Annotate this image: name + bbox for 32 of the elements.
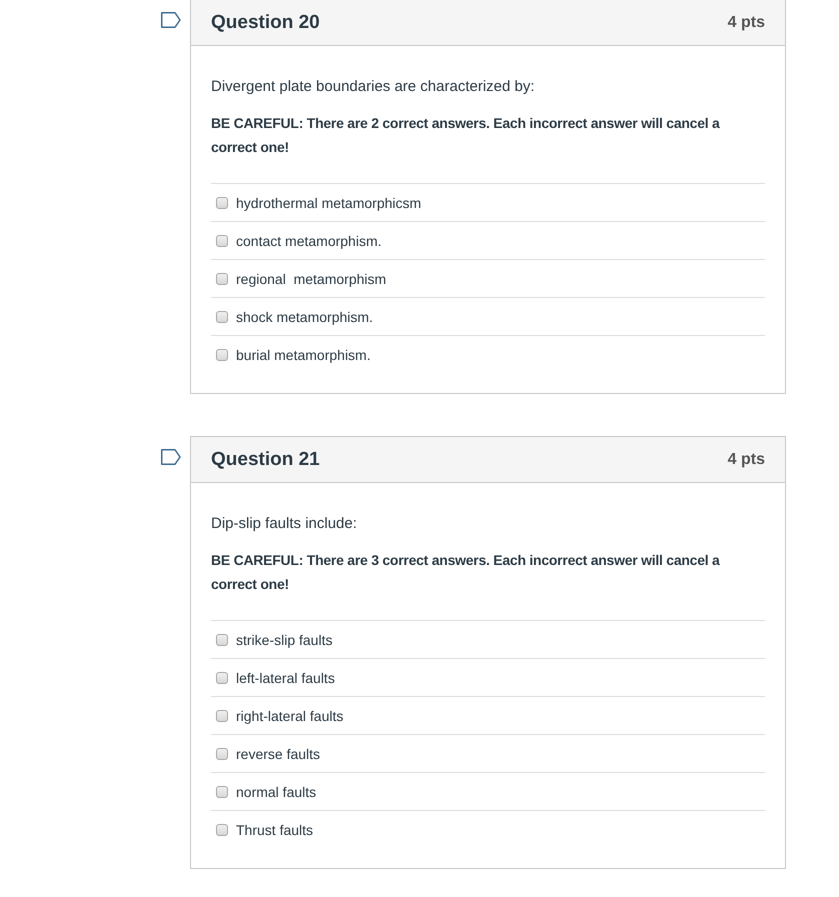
answer-label: burial metamorphism. [236,346,371,362]
answer-label: contact metamorphism. [236,232,382,248]
question-text: Dip-slip faults include: [211,514,358,534]
answer-checkbox[interactable] [216,348,228,360]
answer-checkbox[interactable] [216,234,228,246]
question-text: Divergent plate boundaries are characterized by: [211,77,536,97]
bookmark-icon[interactable] [161,12,181,28]
answer-label: right-lateral faults [236,708,344,724]
bookmark-icon[interactable] [161,449,181,465]
answer-label: shock metamorphism. [236,308,373,324]
answer-label: reverse faults [236,746,320,762]
answer-checkbox[interactable] [216,748,228,760]
answer-label: hydrothermal metamorphicsm [236,194,422,210]
answer-label: strike-slip faults [236,632,332,648]
answer-label: regional metamorphism [236,270,386,286]
question-points: 4 pts [728,14,765,32]
answer-checkbox[interactable] [216,672,228,684]
answer-checkbox[interactable] [216,710,228,722]
question-points: 4 pts [728,450,765,468]
answer-checkbox[interactable] [216,634,228,646]
question-title: Question 20 [211,12,320,34]
answer-label: normal faults [236,784,316,800]
answer-checkbox[interactable] [216,196,228,208]
answer-checkbox[interactable] [216,310,228,322]
answer-checkbox[interactable] [216,786,228,798]
question-title: Question 21 [211,448,320,470]
answer-checkbox[interactable] [216,824,228,836]
answer-label: left-lateral faults [236,670,335,686]
answer-checkbox[interactable] [216,272,228,284]
warning-text: BE CAREFUL: There are 2 correct answers. Each incorrect answer will cancel a correct one! [211,114,721,157]
answer-label: Thrust faults [236,822,314,838]
warning-text: BE CAREFUL: There are 3 correct answers. Each incorrect answer will cancel a correct one! [211,551,721,594]
